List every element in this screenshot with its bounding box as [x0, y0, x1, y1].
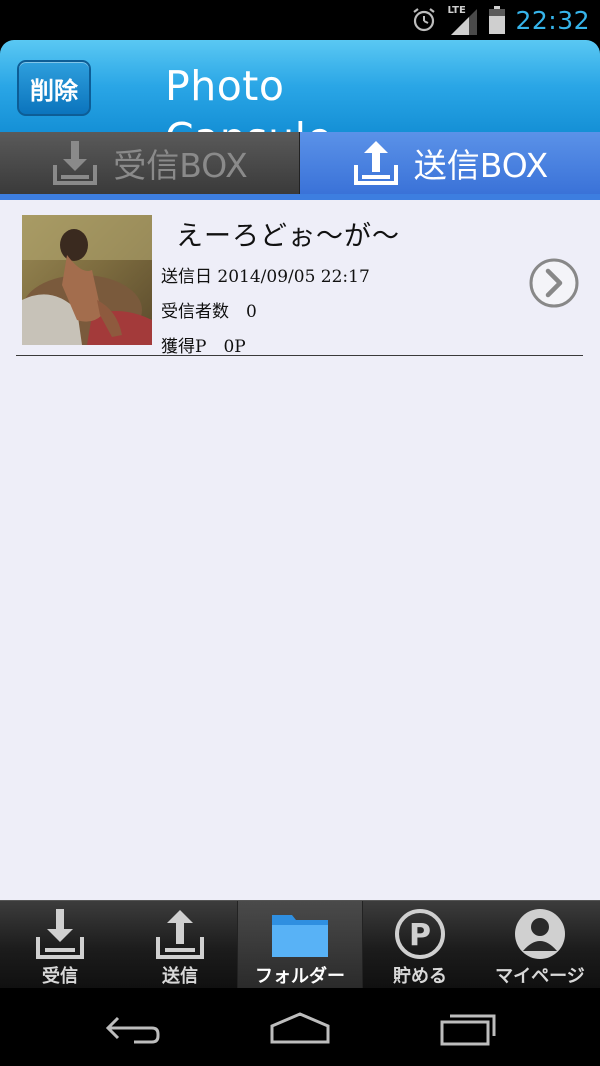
earned-points: 獲得P 0P: [161, 337, 246, 357]
download-tray-icon: [53, 141, 98, 185]
points-icon: P: [395, 909, 445, 959]
back-icon[interactable]: [104, 1010, 162, 1046]
nav-receive-label: 受信: [42, 966, 78, 987]
user-icon: [515, 909, 565, 959]
home-icon[interactable]: [268, 1010, 332, 1046]
chevron-right-icon[interactable]: [528, 257, 580, 309]
tab-inbox[interactable]: 受信BOX: [0, 132, 300, 194]
box-tabs: 受信BOX 送信BOX: [0, 132, 600, 194]
app-header: 削除 Photo Capsule: [0, 40, 600, 162]
upload-tray-icon: [353, 141, 398, 185]
nav-send[interactable]: 送信: [120, 901, 240, 989]
nav-send-label: 送信: [162, 966, 198, 987]
upload-tray-icon: [156, 910, 204, 959]
download-tray-icon: [36, 909, 84, 959]
folder-icon: [272, 915, 328, 957]
clock-time: 22:32: [515, 5, 590, 35]
list-item[interactable]: えーろどぉ～が～ 送信日 2014/09/05 22:17 受信者数 0 獲得P…: [16, 210, 583, 357]
nav-mypage[interactable]: マイページ: [480, 901, 600, 989]
sent-date: 送信日 2014/09/05 22:17: [161, 267, 370, 287]
app-title: Photo Capsule: [165, 62, 332, 162]
nav-save-points-label: 貯める: [393, 966, 447, 987]
photo-thumbnail: [22, 215, 152, 345]
alarm-icon: [411, 7, 437, 33]
tab-inbox-label: 受信BOX: [113, 146, 248, 185]
nav-folder-label: フォルダー: [255, 966, 345, 987]
recipient-count: 受信者数 0: [161, 302, 257, 322]
nav-folder[interactable]: フォルダー: [237, 901, 363, 989]
delete-button[interactable]: 削除: [17, 60, 91, 116]
tab-outbox[interactable]: 送信BOX: [300, 132, 600, 194]
nav-mypage-label: マイページ: [495, 966, 585, 987]
recents-icon[interactable]: [438, 1010, 498, 1046]
bottom-nav: 受信 送信 フォルダー P 貯める マイページ: [0, 900, 600, 989]
signal-icon: LTE: [447, 5, 479, 35]
nav-save-points[interactable]: P 貯める: [360, 901, 480, 989]
battery-icon: [489, 6, 506, 34]
system-nav-bar: [0, 988, 600, 1066]
svg-text:P: P: [409, 918, 431, 953]
status-bar: LTE 22:32: [0, 0, 600, 40]
sent-list: えーろどぉ～が～ 送信日 2014/09/05 22:17 受信者数 0 獲得P…: [0, 200, 600, 900]
tab-outbox-label: 送信BOX: [413, 146, 549, 185]
item-title: えーろどぉ～が～: [176, 221, 400, 252]
nav-receive[interactable]: 受信: [0, 901, 120, 989]
